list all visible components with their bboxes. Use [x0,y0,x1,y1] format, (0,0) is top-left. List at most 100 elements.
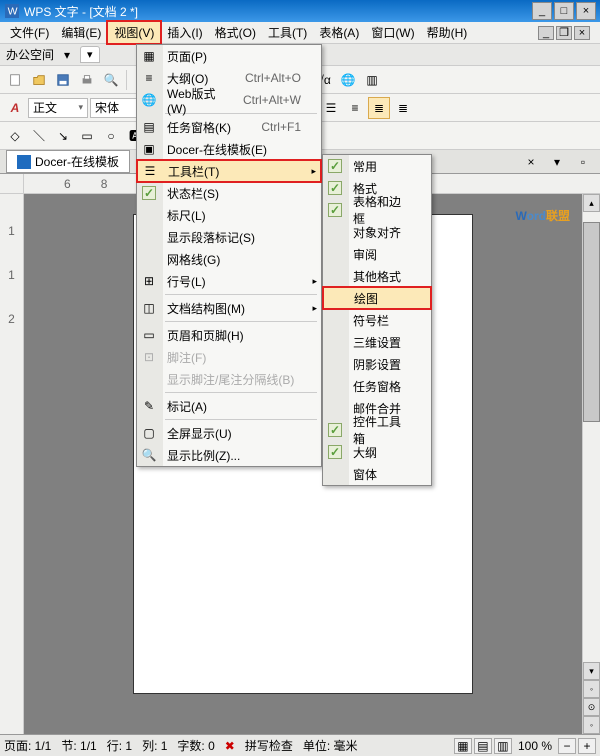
submenu-item-tables-borders[interactable]: ✓ 表格和边框 [323,199,431,221]
status-unit[interactable]: 单位: 毫米 [303,737,358,754]
prev-page-button[interactable]: ◦ [583,680,600,698]
checked-icon: ✓ [327,158,343,174]
tab-new-icon[interactable]: ▫ [572,151,594,173]
print-icon[interactable] [76,69,98,91]
titlebar: W WPS 文字 - [文档 2 *] _ □ × [0,0,600,22]
maximize-button[interactable]: □ [554,2,574,20]
style-select[interactable]: 正文 ▾ [28,98,88,118]
print-preview-icon[interactable]: 🔍 [100,69,122,91]
submenu-item-review[interactable]: 审阅 [323,243,431,265]
workspace-dropdown-icon[interactable]: ▾ [56,44,78,66]
rect-icon[interactable]: ▭ [76,125,98,147]
columns-icon[interactable]: ▥ [361,69,383,91]
submenu-item-drawing[interactable]: 绘图 [323,287,431,309]
menu-item-gridlines[interactable]: 网格线(G) [137,248,321,270]
menu-item-page[interactable]: ▦ 页面(P) [137,45,321,67]
view-mode-3-icon[interactable]: ▥ [494,738,512,754]
menu-item-statusbar[interactable]: ✓ 状态栏(S) [137,182,321,204]
align-justify-icon[interactable]: ≣ [368,97,390,119]
hyperlink-icon[interactable]: 🌐 [337,69,359,91]
scroll-track[interactable] [583,212,600,662]
close-button[interactable]: × [576,2,596,20]
menu-item-ruler[interactable]: 标尺(L) [137,204,321,226]
oval-icon[interactable]: ○ [100,125,122,147]
menu-format[interactable]: 格式(O) [209,22,262,43]
scroll-thumb[interactable] [583,222,600,422]
open-icon[interactable] [28,69,50,91]
zoom-icon: 🔍 [141,447,157,463]
submenu-item-common[interactable]: ✓ 常用 [323,155,431,177]
status-chars[interactable]: 字数: 0 [177,737,214,754]
menu-file[interactable]: 文件(F) [4,22,55,43]
doc-tab-docer[interactable]: Docer-在线模板 [6,150,130,173]
view-dropdown-menu: ▦ 页面(P) ≡ 大纲(O) Ctrl+Alt+O 🌐 Web版式(W) Ct… [136,44,322,467]
menu-window[interactable]: 窗口(W) [365,22,420,43]
menu-tools[interactable]: 工具(T) [262,22,313,43]
menu-item-line-numbers[interactable]: ⊞ 行号(L) ▸ [137,270,321,292]
status-col: 列: 1 [142,737,167,754]
menu-item-doc-map[interactable]: ◫ 文档结构图(M) ▸ [137,297,321,319]
menu-item-taskpane[interactable]: ▤ 任务窗格(K) Ctrl+F1 [137,116,321,138]
submenu-item-forms[interactable]: 窗体 [323,463,431,485]
shapes-icon[interactable]: ◇ [4,125,26,147]
zoom-in-button[interactable]: + [578,738,596,754]
menu-item-paragraph-marks[interactable]: 显示段落标记(S) [137,226,321,248]
vertical-scrollbar[interactable]: ▴ ▾ ◦ ⊙ ◦ [582,194,600,734]
web-icon: 🌐 [141,92,157,108]
tab-close-icon[interactable]: × [520,151,542,173]
submenu-item-symbol[interactable]: 符号栏 [323,309,431,331]
line-icon[interactable]: ＼ [28,125,50,147]
doc-close-button[interactable]: × [574,26,590,40]
submenu-arrow-icon: ▸ [311,166,316,177]
line-numbers-icon: ⊞ [141,273,157,289]
zoom-value[interactable]: 100 % [514,739,556,753]
menu-separator [165,392,317,393]
workspace-tab[interactable]: ▾ [80,46,100,63]
align-right-icon[interactable]: ≡ [344,97,366,119]
menu-help[interactable]: 帮助(H) [421,22,474,43]
submenu-item-controls[interactable]: ✓ 控件工具箱 [323,419,431,441]
status-page[interactable]: 页面: 1/1 [4,737,51,754]
menu-item-toolbars[interactable]: ☰ 工具栏(T) ▸ [137,160,321,182]
view-mode-1-icon[interactable]: ▦ [454,738,472,754]
menu-item-docer[interactable]: ▣ Docer-在线模板(E) [137,138,321,160]
menu-item-footnotes: ⊡ 脚注(F) [137,346,321,368]
submenu-item-threed[interactable]: 三维设置 [323,331,431,353]
menu-item-markup[interactable]: ✎ 标记(A) [137,395,321,417]
ruler-corner [0,174,24,194]
scroll-down-button[interactable]: ▾ [583,662,600,680]
scroll-up-button[interactable]: ▴ [583,194,600,212]
menu-edit[interactable]: 编辑(E) [55,22,107,43]
submenu-item-shadow[interactable]: 阴影设置 [323,353,431,375]
ruler-vertical[interactable]: 1 1 2 [0,194,24,734]
checked-icon: ✓ [141,185,157,201]
menu-insert[interactable]: 插入(I) [161,22,208,43]
minimize-button[interactable]: _ [532,2,552,20]
menu-item-web[interactable]: 🌐 Web版式(W) Ctrl+Alt+W [137,89,321,111]
menu-table[interactable]: 表格(A) [313,22,365,43]
submenu-item-align[interactable]: 对象对齐 [323,221,431,243]
save-icon[interactable] [52,69,74,91]
align-center-icon[interactable]: ☰ [320,97,342,119]
submenu-item-outline[interactable]: ✓ 大纲 [323,441,431,463]
menu-item-header-footer[interactable]: ▭ 页眉和页脚(H) [137,324,321,346]
submenu-arrow-icon: ▸ [312,276,317,287]
menu-item-zoom[interactable]: 🔍 显示比例(Z)... [137,444,321,466]
menu-item-outline[interactable]: ≡ 大纲(O) Ctrl+Alt+O [137,67,321,89]
zoom-out-button[interactable]: − [558,738,576,754]
browse-object-button[interactable]: ⊙ [583,698,600,716]
next-page-button[interactable]: ◦ [583,716,600,734]
arrow-icon[interactable]: ↘ [52,125,74,147]
new-doc-icon[interactable] [4,69,26,91]
submenu-item-other-format[interactable]: 其他格式 [323,265,431,287]
doc-restore-button[interactable]: ❐ [556,26,572,40]
distribute-icon[interactable]: ≣ [392,97,414,119]
doc-minimize-button[interactable]: _ [538,26,554,40]
style-icon[interactable]: A [4,97,26,119]
submenu-item-taskpane[interactable]: 任务窗格 [323,375,431,397]
view-mode-2-icon[interactable]: ▤ [474,738,492,754]
status-spellcheck[interactable]: 拼写检查 [245,737,293,754]
tab-list-icon[interactable]: ▾ [546,151,568,173]
menu-view[interactable]: 视图(V) [107,21,161,44]
menu-item-fullscreen[interactable]: ▢ 全屏显示(U) [137,422,321,444]
